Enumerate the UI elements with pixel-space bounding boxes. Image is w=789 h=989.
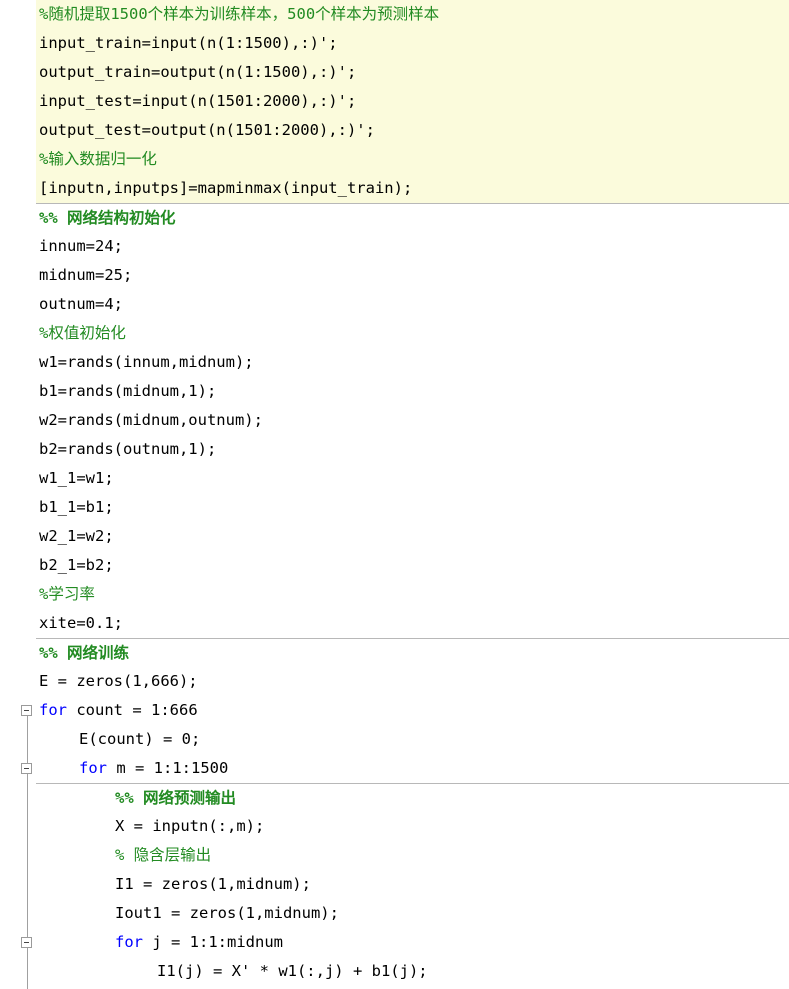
code-line[interactable]: Iout1 = zeros(1,midnum);	[36, 899, 789, 928]
code-line[interactable]: %学习率	[36, 580, 789, 609]
code-text: X = inputn(:,m);	[115, 817, 265, 835]
code-line[interactable]: output_test=output(n(1501:2000),:)';	[36, 116, 789, 145]
cell-title-text: %% 网络训练	[39, 644, 129, 662]
code-line[interactable]: I1 = zeros(1,midnum);	[36, 870, 789, 899]
code-text: innum=24;	[39, 237, 123, 255]
code-text: b1=rands(midnum,1);	[39, 382, 217, 400]
editor-gutter	[0, 0, 36, 989]
cell-title-text: %% 网络结构初始化	[39, 209, 176, 227]
code-line[interactable]: innum=24;	[36, 232, 789, 261]
code-text: b2=rands(outnum,1);	[39, 440, 217, 458]
comment-text: %输入数据归一化	[39, 150, 157, 168]
code-text: w2=rands(midnum,outnum);	[39, 411, 263, 429]
code-text: I1(j) = X' * w1(:,j) + b1(j);	[157, 962, 428, 980]
code-line[interactable]: for j = 1:1:midnum	[36, 928, 789, 957]
code-text: output_train=output(n(1:1500),:)';	[39, 63, 357, 81]
code-line[interactable]: w2=rands(midnum,outnum);	[36, 406, 789, 435]
code-line[interactable]: xite=0.1;	[36, 609, 789, 638]
code-line[interactable]: %输入数据归一化	[36, 145, 789, 174]
cell-title-line[interactable]: %% 网络预测输出	[36, 783, 789, 812]
code-line[interactable]: I1(j) = X' * w1(:,j) + b1(j);	[36, 957, 789, 986]
code-line[interactable]: w2_1=w2;	[36, 522, 789, 551]
code-text: xite=0.1;	[39, 614, 123, 632]
code-line[interactable]: %权值初始化	[36, 319, 789, 348]
code-line[interactable]: output_train=output(n(1:1500),:)';	[36, 58, 789, 87]
code-text: output_test=output(n(1501:2000),:)';	[39, 121, 375, 139]
code-line[interactable]: midnum=25;	[36, 261, 789, 290]
keyword-for: for	[39, 701, 67, 719]
code-line[interactable]: outnum=4;	[36, 290, 789, 319]
code-text: w1=rands(innum,midnum);	[39, 353, 254, 371]
code-line[interactable]: for m = 1:1:1500	[36, 754, 789, 783]
code-text: w2_1=w2;	[39, 527, 114, 545]
keyword-for: for	[115, 933, 143, 951]
comment-text: %权值初始化	[39, 324, 126, 342]
code-line[interactable]: [inputn,inputps]=mapminmax(input_train);	[36, 174, 789, 203]
code-line[interactable]: w1_1=w1;	[36, 464, 789, 493]
code-text: [inputn,inputps]=mapminmax(input_train);	[39, 179, 413, 197]
cell-title-line[interactable]: %% 网络结构初始化	[36, 203, 789, 232]
code-line[interactable]: b2_1=b2;	[36, 551, 789, 580]
code-line[interactable]: b2=rands(outnum,1);	[36, 435, 789, 464]
code-line[interactable]: for count = 1:666	[36, 696, 789, 725]
comment-text: % 隐含层输出	[115, 846, 212, 864]
keyword-for: for	[79, 759, 107, 777]
fold-collapse-icon[interactable]	[21, 705, 32, 716]
code-text: count = 1:666	[67, 701, 198, 719]
code-text: b1_1=b1;	[39, 498, 114, 516]
code-editor[interactable]: %随机提取1500个样本为训练样本，500个样本为预测样本 input_trai…	[0, 0, 789, 989]
code-text: input_test=input(n(1501:2000),:)';	[39, 92, 357, 110]
comment-text: %学习率	[39, 585, 95, 603]
code-text: outnum=4;	[39, 295, 123, 313]
code-line[interactable]: %随机提取1500个样本为训练样本，500个样本为预测样本	[36, 0, 789, 29]
comment-text: %随机提取1500个样本为训练样本，500个样本为预测样本	[39, 5, 440, 23]
code-line[interactable]: b1=rands(midnum,1);	[36, 377, 789, 406]
code-text: Iout1 = zeros(1,midnum);	[115, 904, 339, 922]
code-line[interactable]: % 隐含层输出	[36, 841, 789, 870]
code-text: I1 = zeros(1,midnum);	[115, 875, 311, 893]
code-text: m = 1:1:1500	[107, 759, 229, 777]
code-line[interactable]: input_train=input(n(1:1500),:)';	[36, 29, 789, 58]
code-text: b2_1=b2;	[39, 556, 114, 574]
code-line[interactable]: E = zeros(1,666);	[36, 667, 789, 696]
code-line[interactable]: input_test=input(n(1501:2000),:)';	[36, 87, 789, 116]
fold-guide-line	[27, 716, 28, 989]
code-text: midnum=25;	[39, 266, 133, 284]
cell-title-text: %% 网络预测输出	[115, 789, 236, 807]
code-line[interactable]: w1=rands(innum,midnum);	[36, 348, 789, 377]
code-text: E(count) = 0;	[79, 730, 201, 748]
code-text: j = 1:1:midnum	[143, 933, 283, 951]
code-text: w1_1=w1;	[39, 469, 114, 487]
code-line[interactable]: b1_1=b1;	[36, 493, 789, 522]
code-text: E = zeros(1,666);	[39, 672, 198, 690]
fold-collapse-icon[interactable]	[21, 763, 32, 774]
code-line[interactable]: X = inputn(:,m);	[36, 812, 789, 841]
code-text: input_train=input(n(1:1500),:)';	[39, 34, 338, 52]
code-area[interactable]: %随机提取1500个样本为训练样本，500个样本为预测样本 input_trai…	[36, 0, 789, 989]
code-line[interactable]: E(count) = 0;	[36, 725, 789, 754]
cell-title-line[interactable]: %% 网络训练	[36, 638, 789, 667]
fold-collapse-icon[interactable]	[21, 937, 32, 948]
